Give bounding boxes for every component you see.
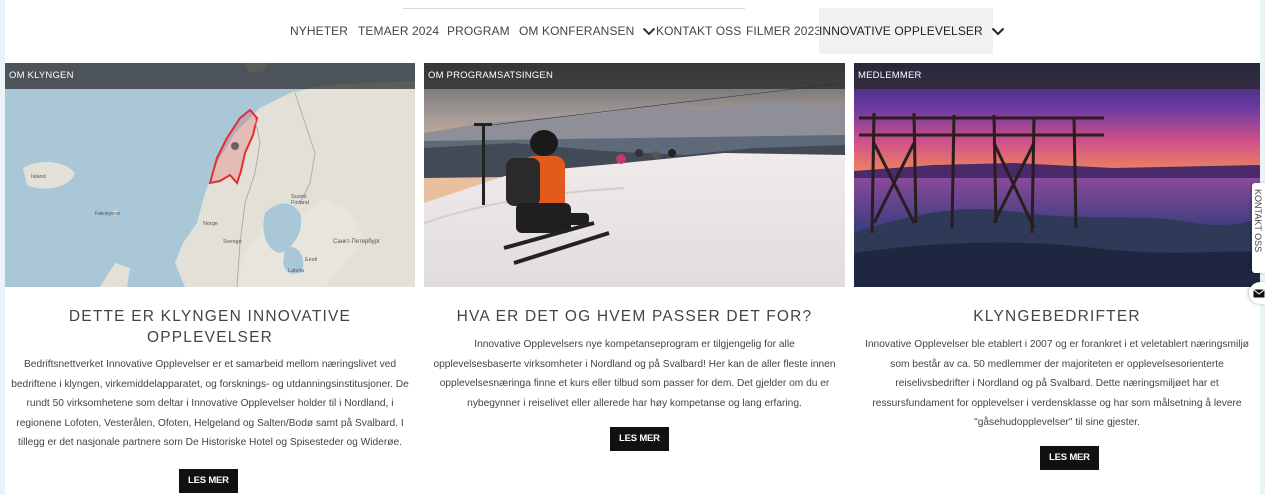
map-label: Norge: [203, 221, 218, 227]
main-nav: NYHETER TEMAER 2024 PROGRAM OM KONFERANS…: [5, 8, 1260, 54]
chevron-down-icon[interactable]: [642, 9, 656, 55]
nav-item-temaer-2024[interactable]: TEMAER 2024: [358, 8, 439, 54]
page: NYHETER TEMAER 2024 PROGRAM OM KONFERANS…: [5, 0, 1260, 495]
map-label: Санкт-Петербург: [333, 239, 381, 245]
nav-item-label: INNOVATIVE OPPLEVELSER: [819, 24, 983, 38]
kontakt-oss-side-tab[interactable]: KONTAKT OSS: [1252, 183, 1265, 273]
nav-item-filmer-2023[interactable]: FILMER 2023: [746, 8, 821, 54]
map-label: Island: [31, 174, 46, 180]
card-medlemmer: MEDLEMMER KLYNGEBEDRIFTER Innovative Opp…: [854, 63, 1260, 495]
image-caption: MEDLEMMER: [854, 63, 1260, 89]
nav-item-nyheter[interactable]: NYHETER: [290, 8, 348, 54]
image-caption: OM KLYNGEN: [5, 63, 415, 89]
nav-item-innovative-opplevelser[interactable]: INNOVATIVE OPPLEVELSER: [819, 8, 1005, 54]
nav-item-program[interactable]: PROGRAM: [447, 8, 510, 54]
side-tab-label: KONTAKT OSS: [1253, 189, 1263, 253]
card-text: Bedriftsnettverket Innovative Opplevelse…: [11, 359, 409, 448]
card-text: Innovative Opplevelser ble etablert i 20…: [865, 339, 1249, 428]
card-text: Innovative Opplevelsers nye kompetansepr…: [433, 339, 836, 409]
card-title: DETTE ER KLYNGEN INNOVATIVE OPPLEVELSER: [68, 308, 352, 346]
map-label: Suomi Finland: [291, 194, 310, 206]
mail-button[interactable]: [1249, 282, 1265, 304]
image-caption: OM PROGRAMSATSINGEN: [424, 63, 845, 89]
card-om-programsatsingen: OM PROGRAMSATSINGEN HVA ER DET OG HVEM P…: [424, 63, 845, 495]
les-mer-button[interactable]: LES MER: [179, 469, 238, 493]
map-image[interactable]: Island Færøyene Norge Sverige Suomi Finl…: [5, 63, 415, 287]
les-mer-button[interactable]: LES MER: [610, 427, 669, 451]
mail-icon: [1253, 289, 1265, 298]
card-title: HVA ER DET OG HVEM PASSER DET FOR?: [456, 308, 813, 325]
chevron-down-icon[interactable]: [991, 9, 1005, 55]
les-mer-button[interactable]: LES MER: [1040, 446, 1099, 470]
nav-item-label: OM KONFERANSEN: [519, 24, 635, 38]
map-label: Sverige: [223, 239, 242, 245]
card-title: KLYNGEBEDRIFTER: [973, 308, 1141, 325]
map-label: Eesti: [305, 257, 318, 263]
card-om-klyngen: Island Færøyene Norge Sverige Suomi Finl…: [5, 63, 415, 495]
nav-item-kontakt-oss[interactable]: KONTAKT OSS: [656, 8, 741, 54]
sunset-photo[interactable]: MEDLEMMER: [854, 63, 1260, 287]
nav-item-om-konferansen[interactable]: OM KONFERANSEN: [519, 8, 656, 54]
skiing-photo[interactable]: OM PROGRAMSATSINGEN: [424, 63, 845, 287]
map-label: Færøyene: [95, 211, 121, 217]
map-label: Latvija: [288, 268, 304, 274]
